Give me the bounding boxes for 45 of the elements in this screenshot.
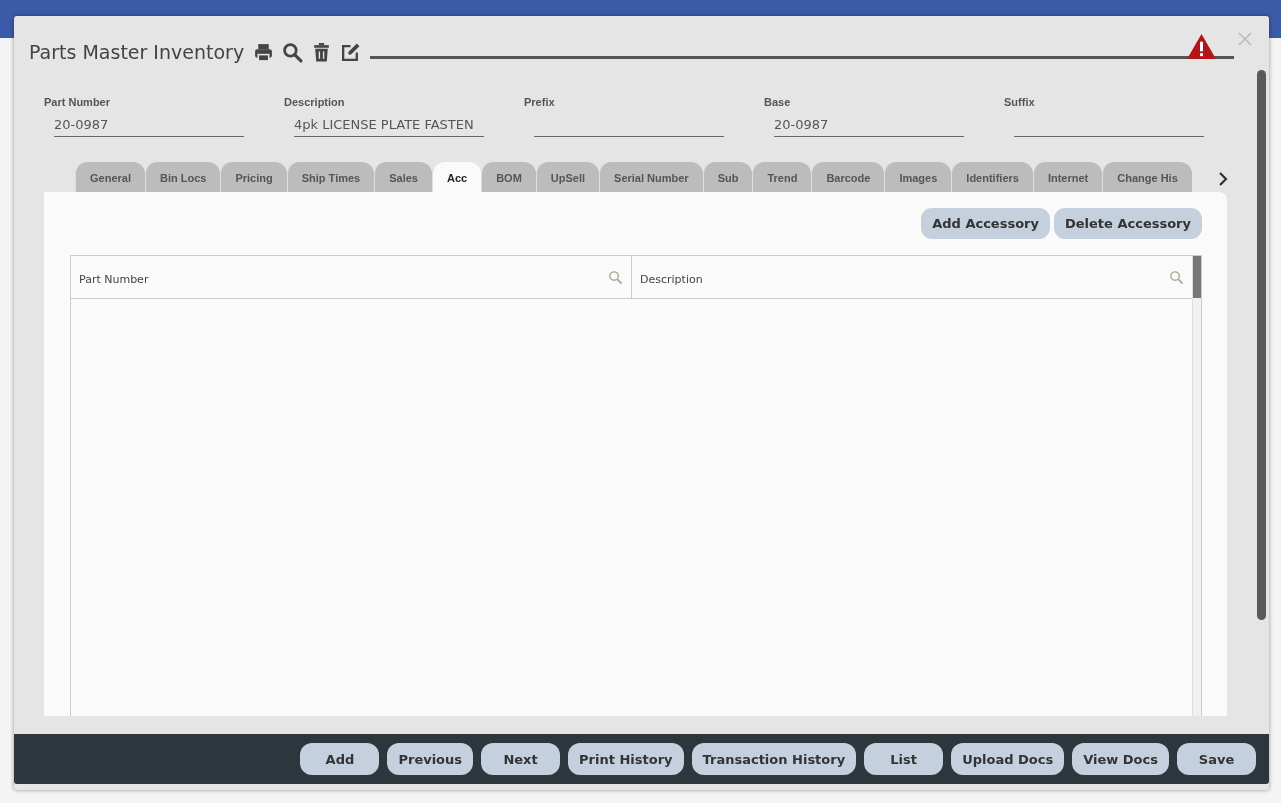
tab[interactable]: Ship Times <box>286 162 375 192</box>
tab[interactable]: Barcode <box>811 162 885 192</box>
print-icon[interactable] <box>253 41 275 63</box>
action-button[interactable]: Delete Accessory <box>1053 208 1202 239</box>
input-field[interactable]: 20-0987 <box>774 114 964 137</box>
tab[interactable]: Serial Number <box>599 162 703 192</box>
tab[interactable]: Internet <box>1032 162 1103 192</box>
chevron-right-icon[interactable] <box>1218 172 1228 186</box>
tab[interactable]: Pricing <box>220 162 287 192</box>
tab[interactable]: Sales <box>374 162 432 192</box>
window-title: Parts Master Inventory <box>29 41 245 63</box>
warning-icon[interactable] <box>1186 32 1217 60</box>
tab[interactable]: UpSell <box>535 162 600 192</box>
tab[interactable]: Acc <box>431 162 482 192</box>
footer-button[interactable]: Previous <box>387 743 474 775</box>
tab[interactable]: Trend <box>752 162 812 192</box>
footer-button[interactable]: List <box>864 743 944 775</box>
field-label: Part Number <box>44 96 112 108</box>
tab[interactable]: Images <box>884 162 952 192</box>
edit-icon[interactable] <box>340 41 362 63</box>
footer-button[interactable]: Transaction History <box>691 743 857 775</box>
tab[interactable]: General <box>75 162 145 192</box>
field-label: Base <box>764 96 792 108</box>
input-field[interactable]: 4pk LICENSE PLATE FASTEN <box>294 114 484 137</box>
tab[interactable]: Sub <box>702 162 753 192</box>
scrollbar[interactable] <box>1192 256 1201 716</box>
footer-button[interactable]: View Docs <box>1072 743 1169 775</box>
tab[interactable]: Bin Locs <box>144 162 221 192</box>
field-label: Description <box>284 96 346 108</box>
tab[interactable]: BOM <box>481 162 536 192</box>
footer-button[interactable]: Print History <box>568 743 684 775</box>
field-label: Prefix <box>524 96 556 108</box>
footer-button[interactable]: Next <box>481 743 561 775</box>
footer-button[interactable]: Save <box>1177 743 1256 775</box>
action-button[interactable]: Add Accessory <box>921 208 1050 239</box>
footer-button[interactable]: Upload Docs <box>951 743 1065 775</box>
search-icon[interactable] <box>282 41 304 63</box>
column-header: Description <box>640 273 703 286</box>
column-header: Part Number <box>79 273 149 286</box>
input-field[interactable]: 20-0987 <box>54 114 244 137</box>
footer-button[interactable]: Add <box>300 743 380 775</box>
tab[interactable]: Identifiers <box>951 162 1033 192</box>
field-label: Suffix <box>1004 96 1036 108</box>
tab[interactable]: Change His <box>1102 162 1192 192</box>
scrollbar[interactable] <box>1257 70 1266 620</box>
